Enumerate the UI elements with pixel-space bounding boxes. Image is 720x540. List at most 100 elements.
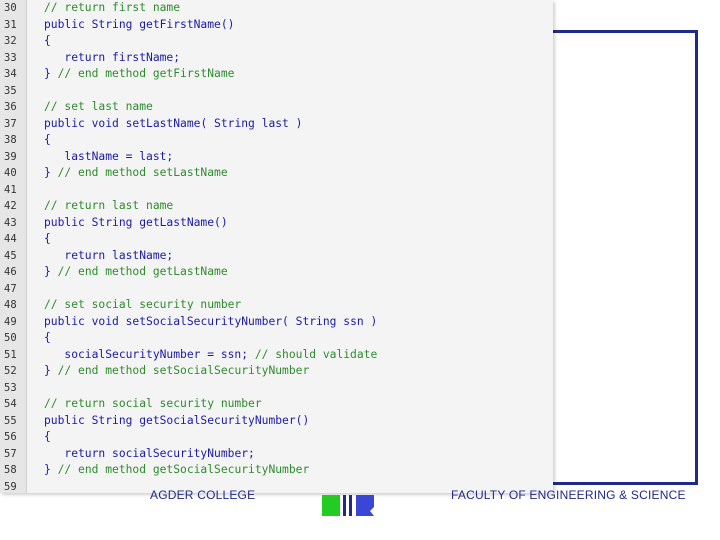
line-number: 56 bbox=[4, 431, 17, 443]
line-number: 55 bbox=[4, 414, 17, 427]
code-comment: // return first name bbox=[44, 1, 181, 14]
code-text: { bbox=[44, 429, 51, 446]
code-line: 30 // return first name bbox=[0, 0, 553, 17]
line-number: 42 bbox=[4, 200, 17, 212]
code-line: 37 public void setLastName( String last ) bbox=[0, 116, 553, 133]
agder-college-logo-icon bbox=[322, 495, 374, 516]
code-keyword: return bbox=[64, 446, 113, 460]
code-line: 41 bbox=[0, 182, 553, 199]
code-text: public String getLastName() bbox=[44, 215, 228, 232]
code-comment: // return social security number bbox=[44, 397, 262, 410]
code-text: { bbox=[44, 231, 51, 248]
line-number: 38 bbox=[4, 134, 17, 146]
code-line: 46} // end method getLastName bbox=[0, 264, 553, 281]
code-text: // set last name bbox=[44, 99, 153, 116]
code-keyword: return bbox=[64, 50, 113, 64]
code-line: 52 } // end method setSocialSecurityNumbe… bbox=[0, 363, 553, 380]
code-text: public String getSocialSecurityNumber() bbox=[44, 413, 309, 430]
line-number: 30 bbox=[4, 2, 17, 14]
code-text: { bbox=[44, 330, 51, 347]
code-line: 43 public String getLastName() bbox=[0, 215, 553, 232]
footer-college-name: AGDER COLLEGE bbox=[150, 488, 256, 502]
code-token: { bbox=[44, 331, 51, 344]
line-number: 57 bbox=[4, 447, 17, 460]
code-text: } // end method setLastName bbox=[44, 165, 228, 182]
code-line: 39 lastName = last; bbox=[0, 149, 553, 166]
code-line: 38 { bbox=[0, 132, 553, 149]
code-listing-panel: 30 // return first name 31 public String ge… bbox=[0, 0, 553, 493]
code-text: return firstName; bbox=[44, 50, 180, 67]
code-line: 33 return firstName; bbox=[0, 50, 553, 67]
line-number: 53 bbox=[4, 381, 17, 394]
code-text: return lastName; bbox=[44, 248, 173, 265]
code-token: setLastName( String last ) bbox=[125, 116, 303, 130]
line-number: 40 bbox=[4, 167, 17, 179]
code-token: { bbox=[44, 232, 51, 245]
code-comment: // end method setLastName bbox=[57, 166, 228, 179]
code-text: // set social security number bbox=[44, 297, 241, 314]
line-number: 54 bbox=[4, 398, 17, 410]
code-line: 48 // set social security number bbox=[0, 297, 553, 314]
code-keyword: public bbox=[44, 215, 92, 229]
line-number: 58 bbox=[4, 464, 17, 476]
code-line: 47 bbox=[0, 281, 553, 298]
code-line: 31 public String getFirstName() bbox=[0, 17, 553, 34]
code-comment: // end method getFirstName bbox=[57, 67, 235, 80]
logo-green-block bbox=[322, 495, 340, 516]
logo-bar-1 bbox=[343, 495, 346, 516]
code-token: socialSecurityNumber; bbox=[112, 446, 255, 460]
code-token: { bbox=[44, 34, 51, 47]
code-keyword: public bbox=[44, 413, 92, 427]
line-number: 41 bbox=[4, 183, 17, 196]
code-line: 42 // return last name bbox=[0, 198, 553, 215]
code-token: { bbox=[44, 430, 51, 443]
code-keyword: public void bbox=[44, 314, 126, 328]
code-token: } bbox=[44, 265, 58, 278]
code-token: String getSocialSecurityNumber() bbox=[91, 413, 310, 427]
code-line: 54 // return social security number bbox=[0, 396, 553, 413]
code-text: socialSecurityNumber = ssn; // should va… bbox=[44, 347, 377, 364]
line-number: 37 bbox=[4, 117, 17, 130]
line-number: 49 bbox=[4, 315, 17, 328]
code-text: } // end method setSocialSecurityNumber bbox=[44, 363, 309, 380]
logo-blue-shape bbox=[356, 495, 374, 516]
code-keyword: public void bbox=[44, 116, 126, 130]
line-number: 52 bbox=[4, 365, 17, 377]
line-number: 43 bbox=[4, 216, 17, 229]
code-text: // return first name bbox=[44, 0, 180, 17]
code-lines: 30 // return first name 31 public String ge… bbox=[0, 0, 553, 495]
code-line: 56 { bbox=[0, 429, 553, 446]
code-line: 36 // set last name bbox=[0, 99, 553, 116]
code-token: firstName; bbox=[112, 50, 181, 64]
code-comment: // set last name bbox=[44, 100, 153, 113]
code-token: String getLastName() bbox=[91, 215, 228, 229]
code-comment: // set social security number bbox=[44, 298, 242, 311]
code-text: public void setSocialSecurityNumber( Str… bbox=[44, 314, 377, 331]
code-keyword: public bbox=[44, 17, 92, 31]
code-text: public void setLastName( String last ) bbox=[44, 116, 302, 133]
code-token: setSocialSecurityNumber( String ssn ) bbox=[125, 314, 378, 328]
code-token: } bbox=[44, 463, 58, 476]
slide-frame-right-line bbox=[695, 30, 698, 485]
code-token: } bbox=[44, 67, 58, 80]
code-text: // return social security number bbox=[44, 396, 262, 413]
code-token: lastName = last; bbox=[44, 149, 174, 163]
footer-faculty-name: FACULTY OF ENGINEERING & SCIENCE bbox=[451, 488, 686, 502]
code-text: } // end method getSocialSecurityNumber bbox=[44, 462, 309, 479]
code-line: 53 bbox=[0, 380, 553, 397]
line-number: 32 bbox=[4, 35, 17, 47]
code-line: 50 { bbox=[0, 330, 553, 347]
line-number: 51 bbox=[4, 348, 17, 361]
code-token: lastName; bbox=[112, 248, 174, 262]
code-line: 57 return socialSecurityNumber; bbox=[0, 446, 553, 463]
line-number: 44 bbox=[4, 233, 17, 245]
line-number: 39 bbox=[4, 150, 17, 163]
code-text: lastName = last; bbox=[44, 149, 173, 166]
code-line: 58 } // end method getSocialSecurityNumbe… bbox=[0, 462, 553, 479]
logo-bar-2 bbox=[349, 495, 352, 516]
code-token: } bbox=[44, 364, 58, 377]
line-number: 45 bbox=[4, 249, 17, 262]
code-comment: // should validate bbox=[254, 347, 378, 361]
slide-frame-bottom-line bbox=[552, 482, 698, 485]
